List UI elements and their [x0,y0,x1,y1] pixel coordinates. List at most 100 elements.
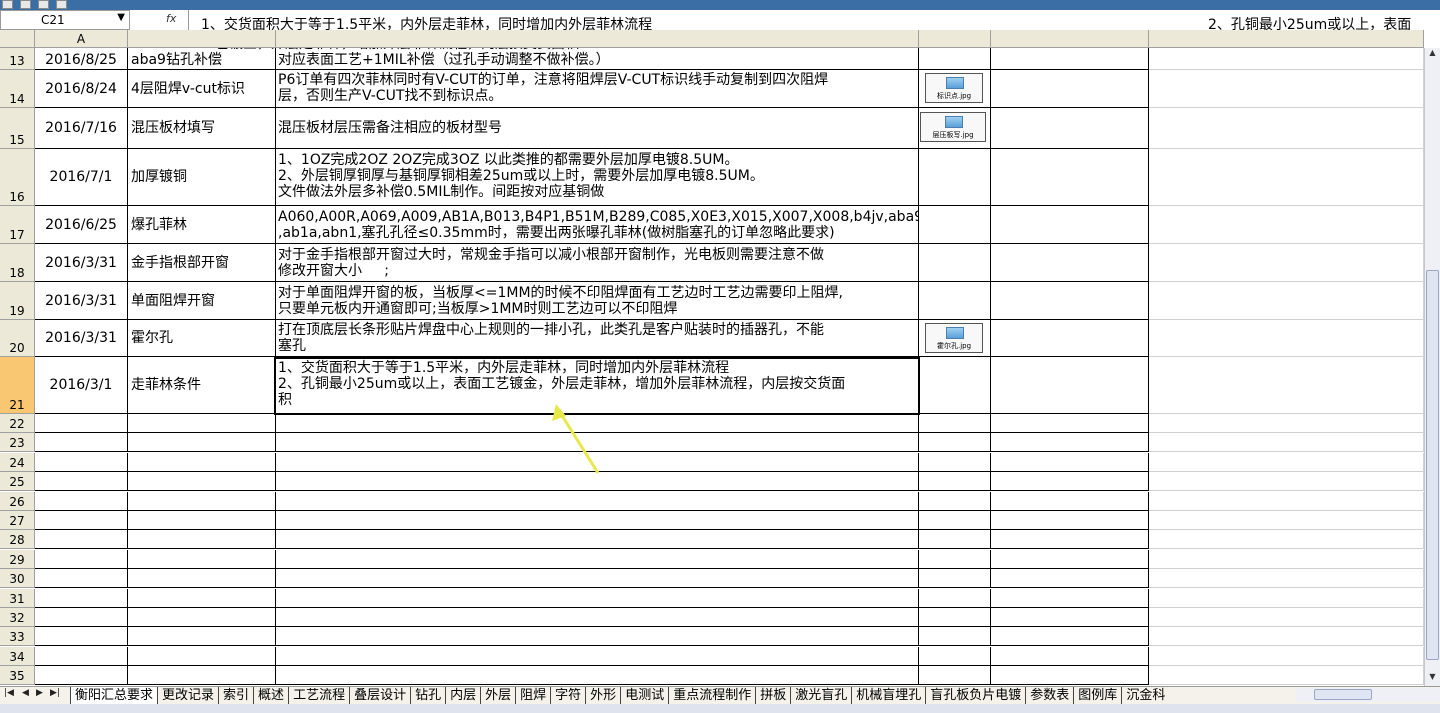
cell-date[interactable] [35,549,128,569]
row-header[interactable]: 23 [0,433,35,453]
cell-f[interactable] [1149,491,1424,511]
sheet-tab[interactable]: 阻焊 [515,687,550,705]
scroll-down-icon[interactable]: ▼ [1426,672,1439,686]
sheet-tab[interactable]: 叠层设计 [349,687,410,705]
row-header[interactable]: 32 [0,608,35,627]
cell-d[interactable] [919,646,991,666]
cell-f[interactable] [1149,530,1424,550]
sheet-tab[interactable]: 拼板 [755,687,790,705]
cell-f[interactable] [1149,608,1424,627]
scroll-up-icon[interactable]: ▲ [1426,48,1439,62]
cell-date[interactable] [35,414,128,433]
vertical-scrollbar[interactable]: ▲ ▼ [1424,48,1440,686]
customize-icon[interactable] [56,0,67,9]
cell-date[interactable] [35,666,128,686]
cell-desc[interactable]: 混压板材层压需备注相应的板材型号 [276,108,919,149]
cell-f[interactable] [1149,452,1424,472]
sheet-tab[interactable]: 电测试 [620,687,668,705]
cell-d[interactable] [919,244,991,282]
cell-desc[interactable] [276,452,919,472]
insert-function-icon[interactable]: fx [166,12,176,25]
cell-f[interactable] [1149,70,1424,108]
cell-d[interactable] [919,608,991,627]
cell-e[interactable] [991,244,1149,282]
cell-f[interactable] [1149,206,1424,244]
sheet-tab[interactable]: 参数表 [1025,687,1073,705]
prev-sheet-icon[interactable]: ◀ [22,688,29,698]
cell-date[interactable]: 2016/3/31 [35,244,128,282]
cell-item[interactable]: 加厚镀铜 [128,149,276,206]
cell-desc[interactable]: A060,A00R,A069,A009,AB1A,B013,B4P1,B51M,… [276,206,919,244]
cell-item[interactable]: 混压板材填写 [128,108,276,149]
cell-date[interactable] [35,569,128,589]
cell-d[interactable] [919,549,991,569]
column-header-c[interactable] [276,30,919,48]
cell-e[interactable] [991,149,1149,206]
cell-d[interactable] [919,282,991,320]
cell-d[interactable] [919,472,991,492]
cell-d[interactable] [919,414,991,433]
sheet-tab[interactable]: 字符 [550,687,585,705]
cell-item[interactable] [128,414,276,433]
cell-d[interactable] [919,452,991,472]
cell-e[interactable] [991,282,1149,320]
row-header-selected[interactable]: 21 [0,357,35,414]
cell-e[interactable] [991,108,1149,149]
row-header[interactable]: 26 [0,491,35,511]
sheet-tab[interactable]: 重点流程制作 [668,687,755,705]
row-header[interactable]: 13 [0,48,35,70]
cell-e[interactable] [991,608,1149,627]
cell-desc[interactable]: 打在顶底层长条形贴片焊盘中心上规则的一排小孔，此类孔是客户贴装时的插器孔，不能 … [276,320,919,357]
sheet-tab[interactable]: 盲孔板负片电镀 [925,687,1025,705]
sheet-tab[interactable]: 内层 [445,687,480,705]
row-header[interactable]: 24 [0,452,35,472]
cell-d[interactable] [919,357,991,414]
cell-f[interactable] [1149,472,1424,492]
cell-e[interactable] [991,569,1149,589]
cell-e[interactable] [991,511,1149,530]
cell-date[interactable]: 2016/3/31 [35,282,128,320]
sheet-tab[interactable]: 衡阳汇总要求 [70,687,158,705]
cell-date[interactable]: 2016/8/24 [35,70,128,108]
cell-d[interactable] [919,588,991,608]
cell-desc[interactable]: P6订单有四次菲林同时有V-CUT的订单，注意将阻焊层V-CUT标识线手动复制到… [276,70,919,108]
cell-e[interactable] [991,472,1149,492]
cell-date[interactable] [35,646,128,666]
cell-item[interactable] [128,569,276,589]
row-header[interactable]: 30 [0,569,35,589]
chevron-down-icon[interactable]: ▼ [117,12,125,23]
row-header[interactable]: 17 [0,206,35,244]
cell-e[interactable] [991,48,1149,70]
cell-item[interactable] [128,608,276,627]
cell-d[interactable]: 标识点.jpg [919,70,991,108]
cell-item[interactable] [128,627,276,647]
cell-d[interactable]: 层压板写.jpg [919,108,991,149]
cell-f[interactable] [1149,433,1424,453]
row-header[interactable]: 31 [0,588,35,608]
cell-e[interactable] [991,646,1149,666]
cell-desc[interactable] [276,472,919,492]
cell-e[interactable] [991,627,1149,647]
cell-desc[interactable]: 1、1OZ完成2OZ 2OZ完成3OZ 以此类推的都需要外层加厚电镀8.5UM。… [276,149,919,206]
cell-desc[interactable] [276,491,919,511]
sheet-tab[interactable]: 沉金科 [1121,687,1169,705]
cell-item[interactable]: 4层阻焊v-cut标识 [128,70,276,108]
cell-item[interactable]: 爆孔菲林 [128,206,276,244]
cell-date[interactable] [35,511,128,530]
cell-f[interactable] [1149,320,1424,357]
cell-item[interactable] [128,472,276,492]
row-header[interactable]: 25 [0,472,35,492]
cell-f[interactable] [1149,48,1424,70]
cell-e[interactable] [991,666,1149,686]
cell-f[interactable] [1149,357,1424,414]
cell-item[interactable]: aba9钻孔补偿 [128,48,276,70]
sheet-tab[interactable]: 钻孔 [410,687,445,705]
vertical-scroll-thumb[interactable] [1426,270,1439,660]
cell-date[interactable] [35,530,128,550]
undo-icon[interactable] [20,0,31,9]
sheet-tab[interactable]: 更改记录 [157,687,218,705]
row-header[interactable]: 19 [0,282,35,320]
cell-date[interactable]: 2016/8/25 [35,48,128,70]
cell-e[interactable] [991,433,1149,453]
sheet-tab[interactable]: 图例库 [1073,687,1121,705]
